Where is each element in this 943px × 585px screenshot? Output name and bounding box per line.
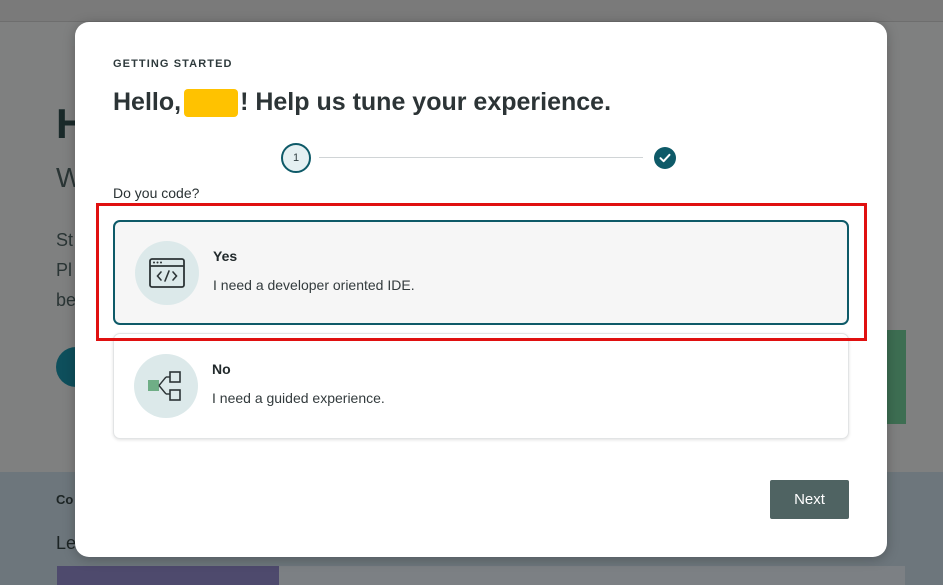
option-no-title: No	[212, 361, 231, 377]
flow-diagram-icon	[134, 354, 198, 418]
title-message: ! Help us tune your experience.	[240, 88, 612, 116]
next-button[interactable]: Next	[770, 480, 849, 519]
background-text-line: St	[56, 230, 74, 250]
background-band-text: Le	[56, 533, 77, 553]
redacted-username	[184, 88, 239, 117]
step-1-indicator: 1	[281, 143, 311, 173]
step-complete-check-icon	[654, 147, 676, 169]
option-yes-description: I need a developer oriented IDE.	[213, 277, 415, 293]
title-greeting: Hello,	[113, 88, 182, 116]
background-card-image	[57, 566, 279, 585]
progress-stepper: 1	[281, 142, 677, 173]
option-no-description: I need a guided experience.	[212, 390, 385, 406]
background-text-line: Pl	[56, 260, 73, 280]
background-text-line: be	[56, 290, 77, 310]
getting-started-modal: GETTING STARTED Hello, ! Help us tune yo…	[75, 22, 887, 557]
background-band-label: Co	[56, 492, 74, 507]
stepper-line	[319, 157, 643, 158]
background-top-bar	[0, 0, 943, 22]
option-yes-title: Yes	[213, 248, 238, 264]
option-no-card[interactable]: No I need a guided experience.	[113, 333, 849, 439]
background-card	[279, 566, 905, 585]
question-label: Do you code?	[113, 185, 200, 201]
option-yes-card[interactable]: Yes I need a developer oriented IDE.	[113, 220, 849, 325]
modal-title: Hello, ! Help us tune your experience.	[113, 88, 611, 117]
code-window-icon	[135, 241, 199, 305]
modal-eyebrow: GETTING STARTED	[113, 58, 233, 70]
